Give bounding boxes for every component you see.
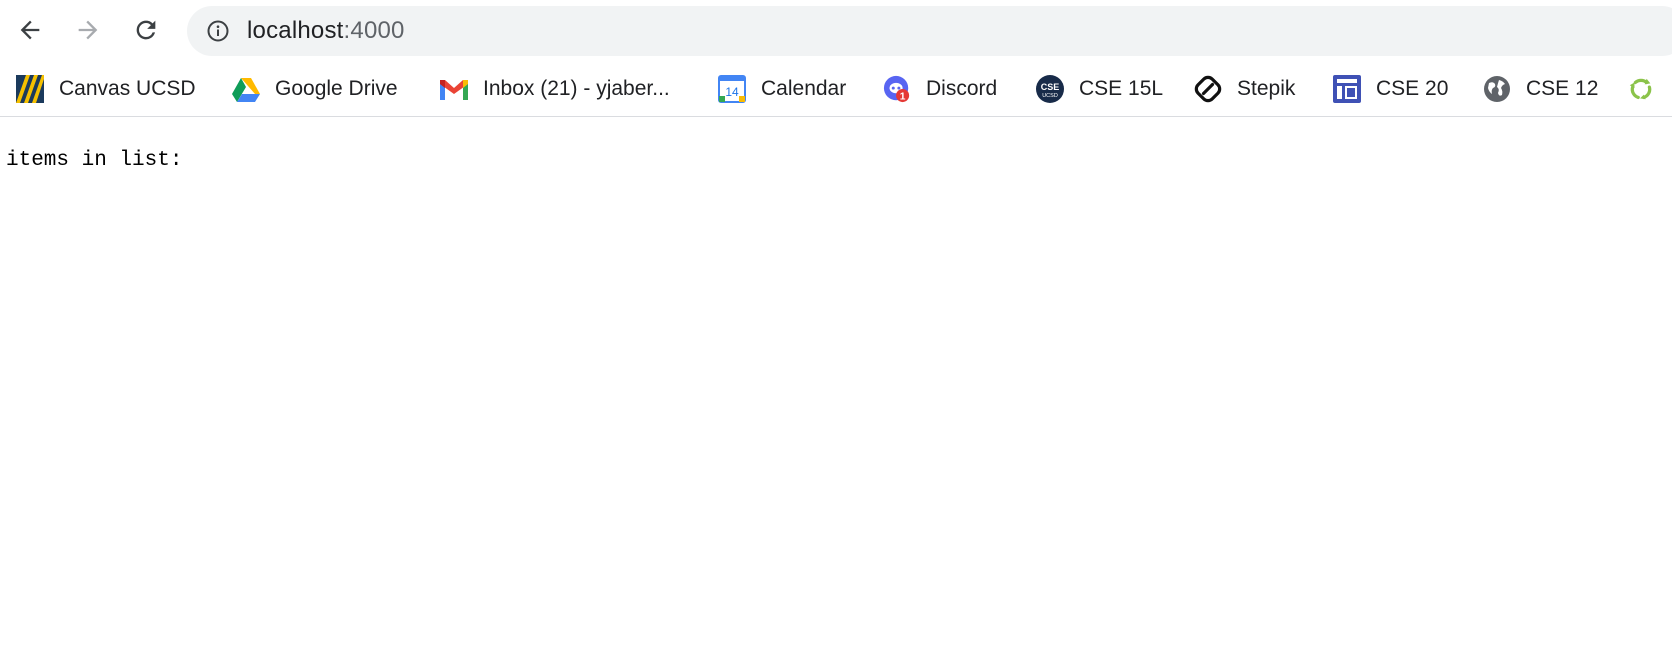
bookmark-label: Discord [926,77,998,100]
bookmark-stepik[interactable]: Stepik [1194,72,1295,106]
info-icon[interactable] [206,19,230,43]
bookmark-discord[interactable]: 1 Discord [883,72,997,106]
globe-icon [1483,75,1511,103]
discord-icon: 1 [883,75,911,103]
address-bar[interactable]: localhost:4000 [187,6,1672,56]
url-host: localhost [247,17,344,44]
arrow-left-icon [20,20,40,40]
bookmarks-bar: Canvas UCSD Google Drive Inbox (21) - yj… [0,62,1672,117]
bookmark-cse-20[interactable]: CSE 20 [1333,72,1448,106]
bookmark-label: CSE 12 [1526,77,1599,100]
page-content: items in list: [0,117,1672,652]
bookmark-google-drive[interactable]: Google Drive [232,72,398,106]
svg-text:1: 1 [900,91,906,102]
recycle-icon [1627,75,1655,103]
browser-toolbar: localhost:4000 [0,0,1672,58]
gmail-icon [440,75,468,103]
bookmark-label: Stepik [1237,77,1296,100]
cse-ucsd-icon: CSE UCSD [1036,75,1064,103]
reload-button[interactable] [128,12,164,48]
forward-button[interactable] [70,12,106,48]
svg-text:UCSD: UCSD [1042,93,1058,99]
bookmark-gmail-inbox[interactable]: Inbox (21) - yjaber... [440,72,670,106]
bookmark-label: Inbox (21) - yjaber... [483,77,670,100]
stepik-icon [1194,75,1222,103]
bookmark-label: Canvas UCSD [59,77,196,100]
svg-text:CSE: CSE [1041,82,1060,92]
bookmark-overflow[interactable] [1627,72,1670,106]
page-text: items in list: [6,149,183,172]
reload-icon [136,20,156,40]
bookmark-label: CSE 20 [1376,77,1449,100]
bookmark-cse-12[interactable]: CSE 12 [1483,72,1598,106]
svg-text:14: 14 [725,85,739,99]
back-button[interactable] [12,12,48,48]
calendar-icon: 14 [718,75,746,103]
bookmark-cse-15l[interactable]: CSE UCSD CSE 15L [1036,72,1163,106]
bookmark-label: CSE 15L [1079,77,1164,100]
bookmark-label: Google Drive [275,77,398,100]
arrow-right-icon [78,20,98,40]
address-url[interactable]: localhost:4000 [247,17,405,45]
google-drive-icon [232,75,260,103]
bookmark-label: Calendar [761,77,847,100]
bookmark-canvas-ucsd[interactable]: Canvas UCSD [16,72,196,106]
canvas-icon [16,75,44,103]
url-port: :4000 [343,17,405,44]
bookmark-calendar[interactable]: 14 Calendar [718,72,846,106]
website-icon [1333,75,1361,103]
